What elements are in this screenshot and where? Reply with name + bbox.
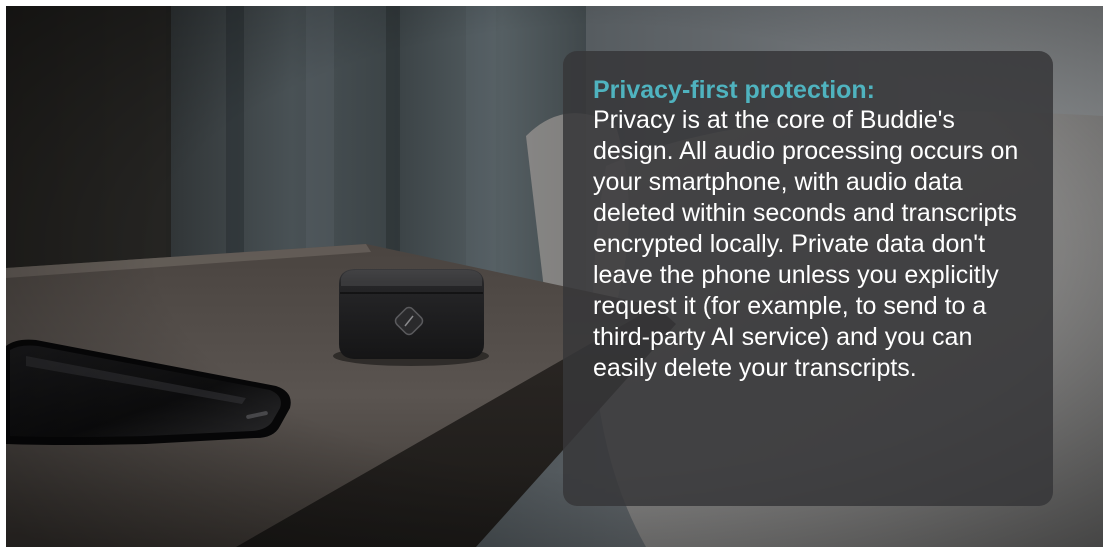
- caption-card: Privacy-first protection: Privacy is at …: [563, 51, 1053, 506]
- promo-image: Privacy-first protection: Privacy is at …: [6, 6, 1103, 547]
- caption-heading: Privacy-first protection:: [593, 76, 876, 104]
- caption-body: Privacy is at the core of Buddie's desig…: [593, 106, 1019, 382]
